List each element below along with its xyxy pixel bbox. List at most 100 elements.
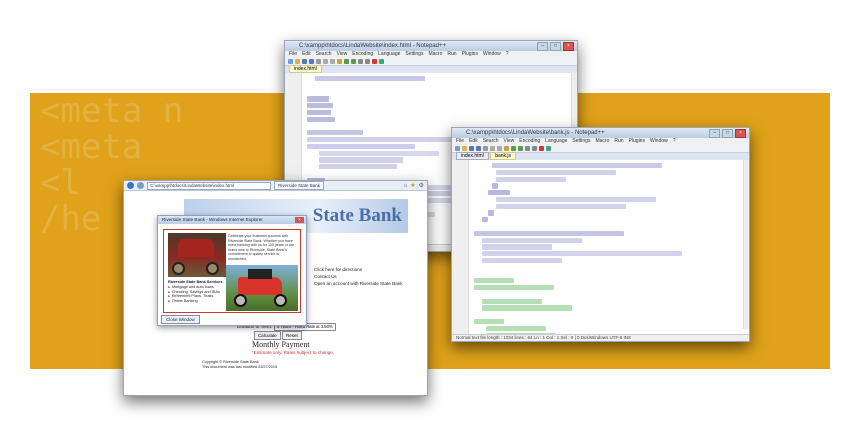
reset-button[interactable]: Reset: [282, 331, 302, 340]
footer-copyright: Copyright © Riverside State Bank: [202, 360, 259, 364]
menu-view[interactable]: View: [337, 51, 348, 57]
play-icon[interactable]: [546, 146, 551, 151]
editor-front-tabbar: index.html bank.js: [452, 152, 749, 160]
print-icon[interactable]: [316, 59, 321, 64]
editor-back-titlebar: C:\xampp\htdocs\LindaWebsite\index.html …: [285, 41, 577, 51]
open-file-icon[interactable]: [295, 59, 300, 64]
menu-run[interactable]: Run: [447, 51, 456, 57]
services-list: Riverside State Bank Services Mortgage a…: [168, 280, 222, 304]
popup-window: Riverside State Bank - Windows Internet …: [157, 215, 307, 326]
popup-title: Riverside State Bank - Windows Internet …: [162, 217, 263, 222]
menu-file[interactable]: File: [456, 138, 464, 144]
record-icon[interactable]: [372, 59, 377, 64]
address-bar[interactable]: C:\xampp\htdocs\LindaWebsite\index.html: [147, 181, 271, 190]
copy-icon[interactable]: [330, 59, 335, 64]
bank-name: State Bank: [312, 205, 402, 226]
back-icon[interactable]: [127, 182, 134, 189]
menu-window[interactable]: Window: [483, 51, 501, 57]
monthly-payment-label: Monthly Payment: [252, 340, 310, 349]
open-file-icon[interactable]: [462, 146, 467, 151]
home-icon[interactable]: ⌂: [404, 183, 408, 189]
menu-encoding[interactable]: Encoding: [519, 138, 540, 144]
save-all-icon[interactable]: [309, 59, 314, 64]
calculate-button[interactable]: Calculate: [254, 331, 281, 340]
browser-tab[interactable]: Riverside State Bank: [274, 181, 325, 190]
find-icon[interactable]: [358, 59, 363, 64]
play-icon[interactable]: [379, 59, 384, 64]
menu-search[interactable]: Search: [483, 138, 499, 144]
menu-help[interactable]: ?: [506, 51, 509, 57]
menu-search[interactable]: Search: [316, 51, 332, 57]
menu-help[interactable]: ?: [673, 138, 676, 144]
close-window-button[interactable]: Close Window: [161, 315, 200, 324]
tab-index-html[interactable]: index.html: [456, 152, 489, 160]
favorites-icon[interactable]: ★: [410, 182, 415, 189]
minimize-icon[interactable]: –: [537, 42, 548, 51]
forward-icon[interactable]: [137, 182, 144, 189]
menu-macro[interactable]: Macro: [428, 51, 442, 57]
editor-back-toolbar: [285, 58, 577, 66]
menu-language[interactable]: Language: [545, 138, 567, 144]
vertical-scrollbar[interactable]: [743, 160, 749, 329]
browser-toolbar: C:\xampp\htdocs\LindaWebsite\index.html …: [124, 181, 427, 191]
undo-icon[interactable]: [344, 59, 349, 64]
open-account-link[interactable]: Open an account with Riverside State Ban…: [314, 281, 403, 286]
save-icon[interactable]: [302, 59, 307, 64]
menu-settings[interactable]: Settings: [405, 51, 423, 57]
menu-file[interactable]: File: [289, 51, 297, 57]
popup-content-frame: Celebrate your business success with Riv…: [163, 229, 301, 313]
editor-front-code-area[interactable]: [452, 160, 749, 341]
zoom-icon[interactable]: [532, 146, 537, 151]
redo-icon[interactable]: [518, 146, 523, 151]
contact-link[interactable]: Contact Us: [314, 274, 337, 279]
menu-encoding[interactable]: Encoding: [352, 51, 373, 57]
menu-plugins[interactable]: Plugins: [629, 138, 645, 144]
gear-icon[interactable]: ⚙: [419, 182, 424, 189]
menu-view[interactable]: View: [504, 138, 515, 144]
record-icon[interactable]: [539, 146, 544, 151]
directions-link[interactable]: Click here for directions: [314, 267, 362, 272]
editor-front-menubar: File Edit Search View Encoding Language Settin…: [452, 138, 749, 145]
paste-icon[interactable]: [504, 146, 509, 151]
undo-icon[interactable]: [511, 146, 516, 151]
print-icon[interactable]: [483, 146, 488, 151]
menu-run[interactable]: Run: [614, 138, 623, 144]
code-lines: [452, 160, 749, 341]
save-all-icon[interactable]: [476, 146, 481, 151]
list-item: Online Banking: [168, 299, 222, 304]
tab-bank-js[interactable]: bank.js: [490, 152, 517, 160]
editor-back-menubar: File Edit Search View Encoding Language Settin…: [285, 51, 577, 58]
menu-edit[interactable]: Edit: [302, 51, 311, 57]
line-number-gutter: [452, 160, 469, 335]
close-icon[interactable]: ×: [563, 42, 574, 51]
save-icon[interactable]: [469, 146, 474, 151]
browser-window: C:\xampp\htdocs\LindaWebsite\index.html …: [123, 180, 428, 396]
popup-titlebar: Riverside State Bank - Windows Internet …: [158, 216, 306, 224]
copy-icon[interactable]: [497, 146, 502, 151]
close-icon[interactable]: ×: [295, 217, 304, 223]
menu-settings[interactable]: Settings: [572, 138, 590, 144]
editor-front-title: C:\xampp\htdocs\LindaWebsite\bank.js - N…: [466, 130, 605, 136]
menu-language[interactable]: Language: [378, 51, 400, 57]
editor-back-title: C:\xampp\htdocs\LindaWebsite\index.html …: [299, 43, 446, 49]
antique-car-photo-2: [226, 265, 298, 311]
cut-icon[interactable]: [323, 59, 328, 64]
new-file-icon[interactable]: [455, 146, 460, 151]
code-editor-front-window: C:\xampp\htdocs\LindaWebsite\bank.js - N…: [451, 127, 750, 342]
antique-car-photo-1: [168, 233, 226, 277]
close-icon[interactable]: ×: [735, 129, 746, 138]
maximize-icon[interactable]: □: [722, 129, 733, 138]
tab-index-html[interactable]: index.html: [289, 65, 322, 73]
new-file-icon[interactable]: [288, 59, 293, 64]
cut-icon[interactable]: [490, 146, 495, 151]
menu-plugins[interactable]: Plugins: [462, 51, 478, 57]
zoom-icon[interactable]: [365, 59, 370, 64]
maximize-icon[interactable]: □: [550, 42, 561, 51]
find-icon[interactable]: [525, 146, 530, 151]
minimize-icon[interactable]: –: [709, 129, 720, 138]
menu-macro[interactable]: Macro: [595, 138, 609, 144]
redo-icon[interactable]: [351, 59, 356, 64]
menu-edit[interactable]: Edit: [469, 138, 478, 144]
paste-icon[interactable]: [337, 59, 342, 64]
menu-window[interactable]: Window: [650, 138, 668, 144]
